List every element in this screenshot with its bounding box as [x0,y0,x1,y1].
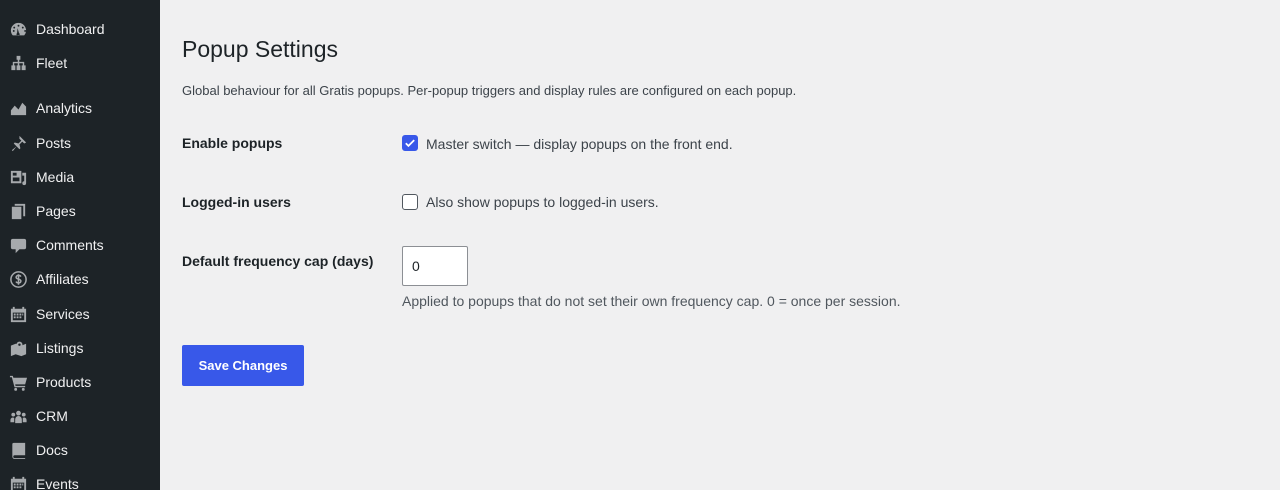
dashboard-icon [8,19,28,39]
money-icon [8,269,28,289]
media-icon [8,167,28,187]
book-icon [8,440,28,460]
enable-popups-label: Enable popups [182,135,283,151]
sidebar-item-label: Listings [36,340,84,356]
comment-icon [8,235,28,255]
page-title: Popup Settings [182,36,339,62]
sidebar-item-listings[interactable]: Listings [0,333,160,363]
enable-popups-checkbox[interactable] [402,135,418,151]
chart-area-icon [8,98,28,118]
frequency-cap-help: Applied to popups that do not set their … [402,293,901,309]
groups-icon [8,406,28,426]
save-changes-button[interactable]: Save Changes [182,345,304,386]
sidebar-item-label: Dashboard [36,21,105,37]
sidebar-item-label: Analytics [36,100,93,116]
sidebar-item-services[interactable]: Services [0,299,160,329]
enable-popups-description[interactable]: Master switch — display popups on the fr… [426,136,733,152]
sidebar-item-label: Docs [36,442,68,458]
sidebar-item-label: Affiliates [36,271,89,287]
sidebar-item-label: Events [36,476,79,490]
sidebar-item-crm[interactable]: CRM [0,401,160,431]
sidebar-item-docs[interactable]: Docs [0,435,160,465]
sidebar-item-dashboard[interactable]: Dashboard [0,14,160,44]
sidebar-item-pages[interactable]: Pages [0,196,160,226]
pushpin-icon [8,133,28,153]
sidebar-item-label: Pages [36,203,76,219]
sidebar-item-posts[interactable]: Posts [0,128,160,158]
checkmark-icon [405,139,415,148]
page-description: Global behaviour for all Gratis popups. … [182,83,797,98]
admin-sidebar: Dashboard Fleet Analytics Posts Media Pa… [0,0,160,490]
calendar-icon [8,474,28,490]
sidebar-item-label: Services [36,306,90,322]
sidebar-item-label: Media [36,169,75,185]
logged-in-users-description[interactable]: Also show popups to logged-in users. [426,194,659,210]
sidebar-item-label: Products [36,374,92,390]
frequency-cap-input[interactable] [402,246,468,286]
logged-in-users-label: Logged-in users [182,194,291,210]
app-window: Dashboard Fleet Analytics Posts Media Pa… [0,0,1280,490]
sidebar-item-media[interactable]: Media [0,162,160,192]
logged-in-users-checkbox[interactable] [402,194,418,210]
pages-icon [8,201,28,221]
sidebar-item-label: Fleet [36,55,68,71]
sidebar-item-events[interactable]: Events [0,469,160,490]
sidebar-item-affiliates[interactable]: Affiliates [0,264,160,294]
sitemap-icon [8,53,28,73]
sidebar-item-label: Comments [36,237,104,253]
sidebar-item-products[interactable]: Products [0,367,160,397]
sidebar-item-label: Posts [36,135,72,151]
map-icon [8,338,28,358]
frequency-cap-label: Default frequency cap (days) [182,253,374,269]
cart-icon [8,372,28,392]
sidebar-item-label: CRM [36,408,68,424]
sidebar-item-comments[interactable]: Comments [0,230,160,260]
calendar-icon [8,304,28,324]
sidebar-item-fleet[interactable]: Fleet [0,48,160,78]
sidebar-item-analytics[interactable]: Analytics [0,93,160,123]
